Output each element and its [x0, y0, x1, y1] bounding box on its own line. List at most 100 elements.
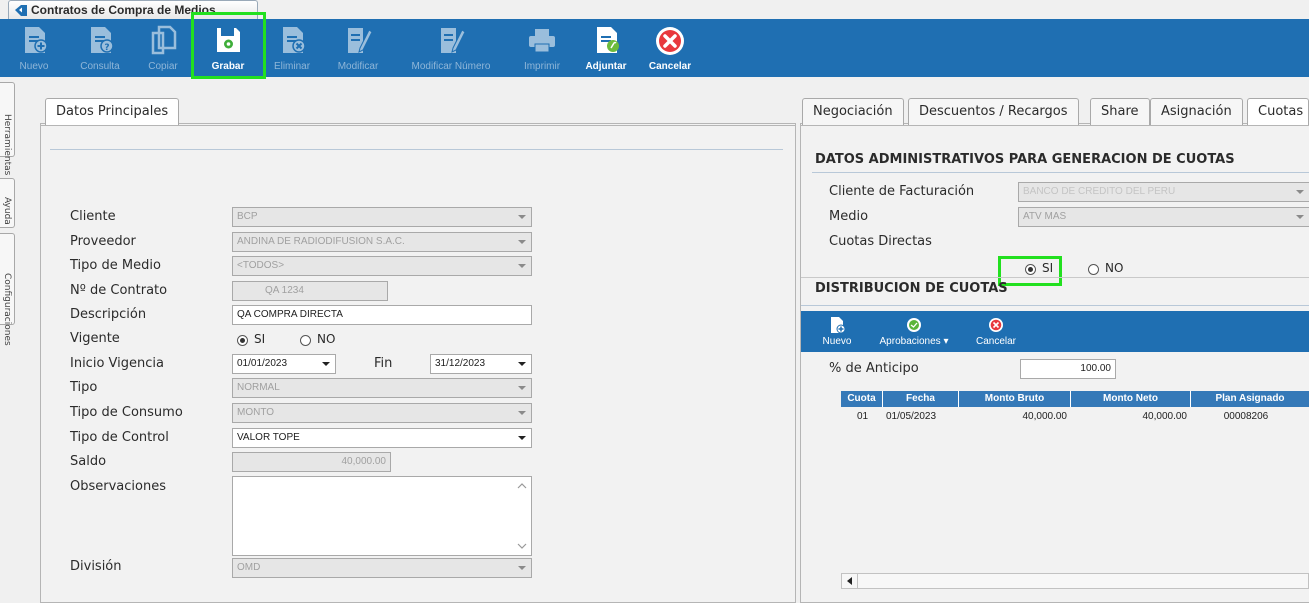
monto-neto-cell: 40,000.00 — [1142, 411, 1188, 422]
tab-datos-principales[interactable]: Datos Principales — [45, 98, 180, 126]
copiar-button[interactable]: Copiar — [138, 19, 188, 77]
tab-cuotas[interactable]: Cuotas — [1247, 98, 1309, 126]
plan-asignado-cell: 00008206 — [1223, 411, 1269, 422]
side-tab-herramientas[interactable]: Herramientas — [0, 82, 15, 175]
vigente-label: Vigente — [70, 331, 120, 346]
chevron-down-icon — [518, 411, 526, 415]
grid-header-fecha[interactable]: Fecha — [883, 391, 959, 407]
chevron-down-icon — [518, 215, 526, 219]
division-select[interactable]: OMD — [232, 558, 532, 578]
table-row[interactable]: 01 01/05/2023 40,000.00 40,000.00 000082… — [841, 408, 1309, 425]
anticipo-input[interactable]: 100.00 — [1020, 359, 1116, 379]
tipo-consumo-select[interactable]: MONTO — [232, 403, 532, 423]
right-tab-divider — [800, 125, 1309, 126]
cuotas-toolbar: Nuevo Aprobaciones ▾ Cancelar — [801, 311, 1309, 352]
proveedor-select[interactable]: ANDINA DE RADIODIFUSION S.A.C. — [232, 232, 532, 252]
vigente-no-label: NO — [317, 332, 336, 346]
query-document-icon: ? — [91, 27, 114, 53]
tipo-medio-label: Tipo de Medio — [70, 258, 161, 273]
grid-header-cuota[interactable]: Cuota — [841, 391, 883, 407]
cuota-cancelar-button[interactable]: Cancelar — [966, 311, 1026, 352]
modificar-button[interactable]: Modificar — [328, 19, 388, 77]
saldo-input[interactable]: 40,000.00 — [232, 452, 391, 472]
scroll-left-button[interactable] — [842, 574, 858, 588]
grid-header-monto-neto[interactable]: Monto Neto — [1071, 391, 1191, 407]
cuota-cell: 01 — [857, 411, 869, 422]
cliente-label: Cliente — [70, 209, 116, 224]
cancel-icon — [656, 27, 684, 55]
tipo-select[interactable]: NORMAL — [232, 378, 532, 398]
modificar-numero-button[interactable]: Modificar Número — [396, 19, 506, 77]
cliente-facturacion-label: Cliente de Facturación — [829, 184, 975, 199]
new-document-icon — [25, 27, 48, 53]
imprimir-button[interactable]: Imprimir — [512, 19, 572, 77]
consulta-button[interactable]: ? Consulta — [70, 19, 130, 77]
chevron-down-icon — [518, 264, 526, 268]
admin-section-title: DATOS ADMINISTRATIVOS PARA GENERACION DE… — [815, 152, 1235, 167]
cuotas-directas-no-label: NO — [1105, 261, 1124, 275]
side-tab-ayuda[interactable]: Ayuda — [0, 178, 15, 228]
medio-label: Medio — [829, 209, 869, 224]
grabar-highlight — [191, 12, 266, 79]
adjuntar-button[interactable]: Adjuntar — [576, 19, 636, 77]
tipo-medio-select[interactable]: <TODOS> — [232, 256, 532, 276]
nuevo-button[interactable]: Nuevo — [10, 19, 58, 77]
tab-asignacion[interactable]: Asignación — [1150, 98, 1243, 126]
tab-share[interactable]: Share — [1090, 98, 1150, 126]
medio-select[interactable]: ATV MAS — [1018, 207, 1309, 227]
fin-label: Fin — [374, 356, 393, 371]
cuotas-directas-no-radio[interactable] — [1088, 264, 1099, 275]
grid-header-monto-bruto[interactable]: Monto Bruto — [959, 391, 1071, 407]
edit-document-icon — [348, 28, 373, 53]
inicio-vigencia-label: Inicio Vigencia — [70, 356, 164, 371]
observaciones-textarea[interactable] — [232, 476, 532, 556]
fin-date[interactable]: 31/12/2023 — [430, 354, 532, 374]
cancel-icon — [989, 318, 1003, 332]
vigente-si-label: SI — [254, 332, 266, 346]
aprobaciones-dropdown[interactable]: Aprobaciones ▾ — [867, 311, 961, 352]
tipo-label: Tipo — [70, 380, 98, 395]
chevron-down-icon — [1296, 190, 1304, 194]
observaciones-label: Observaciones — [70, 479, 166, 494]
eliminar-button[interactable]: Eliminar — [264, 19, 320, 77]
dist-section-title: DISTRIBUCION DE CUOTAS — [815, 281, 1008, 296]
nro-contrato-input[interactable]: QA 1234 — [232, 281, 388, 301]
grid-header-plan-asignado[interactable]: Plan Asignado — [1191, 391, 1309, 407]
scroll-left-icon — [847, 577, 852, 585]
section-divider — [50, 149, 783, 150]
tab-negociacion[interactable]: Negociación — [802, 98, 904, 126]
window-title: Contratos de Compra de Medios — [31, 3, 216, 17]
chevron-down-icon — [518, 362, 526, 366]
app-icon — [15, 5, 27, 16]
tipo-control-select[interactable]: VALOR TOPE — [232, 428, 532, 448]
dist-top-divider — [801, 277, 1309, 278]
chevron-down-icon — [518, 386, 526, 390]
cancelar-button[interactable]: Cancelar — [640, 19, 700, 77]
cuota-nuevo-button[interactable]: Nuevo — [815, 311, 859, 352]
scroll-down-icon[interactable] — [517, 543, 527, 549]
approve-icon — [907, 318, 921, 332]
proveedor-label: Proveedor — [70, 234, 136, 249]
scroll-up-icon[interactable] — [517, 483, 527, 489]
horizontal-scrollbar[interactable] — [841, 573, 1309, 589]
division-label: División — [70, 559, 122, 574]
cliente-facturacion-select[interactable]: BANCO DE CREDITO DEL PERU — [1018, 182, 1309, 202]
descripcion-input[interactable]: QA COMPRA DIRECTA — [232, 305, 532, 325]
side-tab-configuraciones[interactable]: Configuraciones — [0, 233, 15, 346]
attach-document-icon — [597, 27, 619, 53]
tab-divider — [40, 125, 796, 126]
cliente-select[interactable]: BCP — [232, 207, 532, 227]
tab-descuentos-recargos[interactable]: Descuentos / Recargos — [908, 98, 1079, 126]
cuotas-directas-label: Cuotas Directas — [829, 234, 932, 249]
dist-divider — [801, 305, 1309, 306]
vigente-no-radio[interactable] — [300, 335, 311, 346]
chevron-down-icon — [518, 436, 526, 440]
chevron-down-icon — [1296, 215, 1304, 219]
inicio-vigencia-date[interactable]: 01/01/2023 — [232, 354, 336, 374]
dropdown-caret-icon: ▾ — [943, 336, 949, 347]
edit-number-icon — [441, 28, 466, 53]
vigente-si-radio[interactable] — [237, 335, 248, 346]
monto-bruto-cell: 40,000.00 — [1022, 411, 1068, 422]
svg-text:?: ? — [104, 43, 109, 53]
admin-divider — [812, 172, 1309, 173]
